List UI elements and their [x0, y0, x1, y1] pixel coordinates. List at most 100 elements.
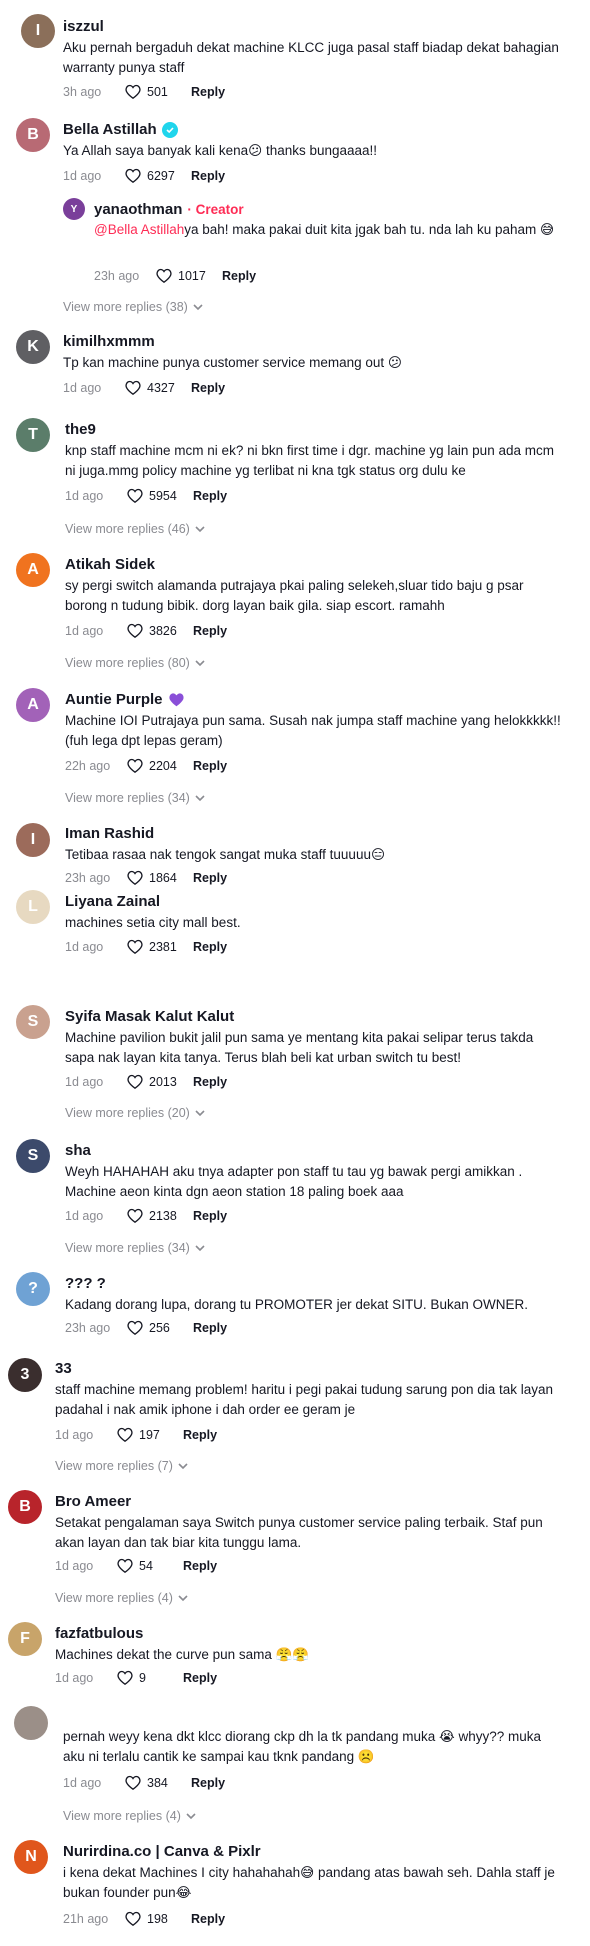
like-button[interactable]: 3826 — [127, 623, 187, 638]
reply-button[interactable]: Reply — [193, 1209, 227, 1223]
like-button[interactable]: 384 — [125, 1775, 185, 1790]
avatar[interactable]: A — [16, 553, 50, 587]
username[interactable]: Bro Ameer — [55, 1493, 131, 1510]
view-more-replies[interactable]: View more replies (38) — [63, 300, 203, 314]
reply-button[interactable]: Reply — [191, 85, 225, 99]
reply-button[interactable]: Reply — [193, 1321, 227, 1335]
like-button[interactable]: 2204 — [127, 758, 187, 773]
comment-text: staff machine memang problem! haritu i p… — [55, 1382, 554, 1417]
avatar[interactable] — [14, 1706, 48, 1740]
reply-username[interactable]: yanaothman · Creator — [94, 201, 244, 218]
view-more-replies[interactable]: View more replies (46) — [65, 522, 205, 536]
view-more-replies[interactable]: View more replies (20) — [65, 1106, 205, 1120]
comment-meta: 1d ago 9 Reply — [55, 1670, 217, 1685]
reply-button[interactable]: Reply — [222, 269, 256, 283]
timestamp: 3h ago — [63, 84, 102, 99]
reply-button[interactable]: Reply — [193, 624, 227, 638]
username[interactable]: Syifa Masak Kalut Kalut — [65, 1008, 234, 1025]
view-more-replies[interactable]: View more replies (80) — [65, 656, 205, 670]
avatar-initial: K — [27, 338, 39, 355]
username[interactable]: sha — [65, 1142, 91, 1159]
username[interactable]: Iman Rashid — [65, 825, 154, 842]
like-button[interactable]: 6297 — [125, 168, 185, 183]
avatar[interactable]: I — [16, 823, 50, 857]
reply-button[interactable]: Reply — [191, 169, 225, 183]
reply-button[interactable]: Reply — [183, 1428, 217, 1442]
username[interactable]: Liyana Zainal — [65, 893, 160, 910]
timestamp: 23h ago — [94, 268, 140, 283]
avatar-initial: A — [27, 561, 39, 578]
like-button[interactable]: 198 — [125, 1911, 185, 1926]
like-button[interactable]: 2138 — [127, 1208, 187, 1223]
like-button[interactable]: 1017 — [156, 268, 216, 283]
reply-button[interactable]: Reply — [191, 381, 225, 395]
avatar[interactable]: T — [16, 418, 50, 452]
avatar[interactable]: S — [16, 1139, 50, 1173]
reply-button[interactable]: Reply — [183, 1671, 217, 1685]
username[interactable]: kimilhxmmm — [63, 333, 155, 350]
avatar[interactable]: N — [14, 1840, 48, 1874]
like-button[interactable]: 5954 — [127, 488, 187, 503]
view-more-replies[interactable]: View more replies (4) — [55, 1591, 188, 1605]
chevron-down-icon — [193, 304, 203, 311]
like-button[interactable]: 1864 — [127, 870, 187, 885]
username[interactable]: iszzul — [63, 18, 104, 35]
reply-button[interactable]: Reply — [191, 1776, 225, 1790]
like-count: 6297 — [147, 168, 175, 183]
heart-icon — [127, 1074, 143, 1089]
avatar[interactable]: B — [8, 1490, 42, 1524]
comment-text: Aku pernah bergaduh dekat machine KLCC j… — [63, 40, 559, 75]
comment-text: Kadang dorang lupa, dorang tu PROMOTER j… — [65, 1297, 528, 1312]
avatar[interactable]: K — [16, 330, 50, 364]
like-button[interactable]: 197 — [117, 1427, 177, 1442]
chevron-down-icon — [186, 1813, 196, 1820]
purple-heart-icon — [168, 693, 184, 707]
avatar[interactable]: B — [16, 118, 50, 152]
reply-button[interactable]: Reply — [193, 1075, 227, 1089]
avatar[interactable]: L — [16, 890, 50, 924]
username[interactable]: fazfatbulous — [55, 1625, 143, 1642]
username[interactable]: Auntie Purple — [65, 691, 185, 708]
like-button[interactable]: 2013 — [127, 1074, 187, 1089]
reply-button[interactable]: Reply — [193, 489, 227, 503]
view-more-replies[interactable]: View more replies (34) — [65, 791, 205, 805]
avatar[interactable]: S — [16, 1005, 50, 1039]
comment-text: Tetibaa rasaa nak tengok sangat muka sta… — [65, 847, 386, 862]
view-more-replies[interactable]: View more replies (7) — [55, 1459, 188, 1473]
username-text: Bella Astillah — [63, 121, 157, 138]
reply-button[interactable]: Reply — [183, 1559, 217, 1573]
username[interactable]: 33 — [55, 1360, 72, 1377]
username[interactable]: Bella Astillah — [63, 121, 178, 138]
reply-avatar[interactable]: Y — [63, 198, 85, 220]
avatar[interactable]: 3 — [8, 1358, 42, 1392]
reply-button[interactable]: Reply — [191, 1912, 225, 1926]
mention-link[interactable]: @Bella Astillah — [94, 222, 184, 237]
username[interactable]: Nurirdina.co | Canva & Pixlr — [63, 1843, 261, 1860]
like-button[interactable]: 2381 — [127, 939, 187, 954]
heart-icon — [117, 1670, 133, 1685]
avatar[interactable]: F — [8, 1622, 42, 1656]
view-more-replies[interactable]: View more replies (4) — [63, 1809, 196, 1823]
view-more-label: View more replies (80) — [65, 656, 190, 670]
username-text: Nurirdina.co | Canva & Pixlr — [63, 1843, 261, 1860]
view-more-replies[interactable]: View more replies (34) — [65, 1241, 205, 1255]
creator-badge: · Creator — [187, 202, 244, 217]
like-button[interactable]: 501 — [125, 84, 185, 99]
reply-button[interactable]: Reply — [193, 940, 227, 954]
avatar[interactable]: A — [16, 688, 50, 722]
timestamp: 1d ago — [55, 1558, 94, 1573]
username[interactable]: ??? ? — [65, 1275, 106, 1292]
like-button[interactable]: 4327 — [125, 380, 185, 395]
avatar[interactable]: ? — [16, 1272, 50, 1306]
avatar[interactable]: I — [21, 14, 55, 48]
like-button[interactable]: 256 — [127, 1320, 187, 1335]
username[interactable]: the9 — [65, 421, 96, 438]
like-count: 9 — [139, 1670, 146, 1685]
like-button[interactable]: 9 — [117, 1670, 177, 1685]
like-button[interactable]: 54 — [117, 1558, 177, 1573]
reply-button[interactable]: Reply — [193, 871, 227, 885]
username[interactable]: Atikah Sidek — [65, 556, 155, 573]
comment-meta: 1d ago 384 Reply — [63, 1775, 225, 1790]
username-text: Atikah Sidek — [65, 556, 156, 573]
reply-button[interactable]: Reply — [193, 759, 227, 773]
